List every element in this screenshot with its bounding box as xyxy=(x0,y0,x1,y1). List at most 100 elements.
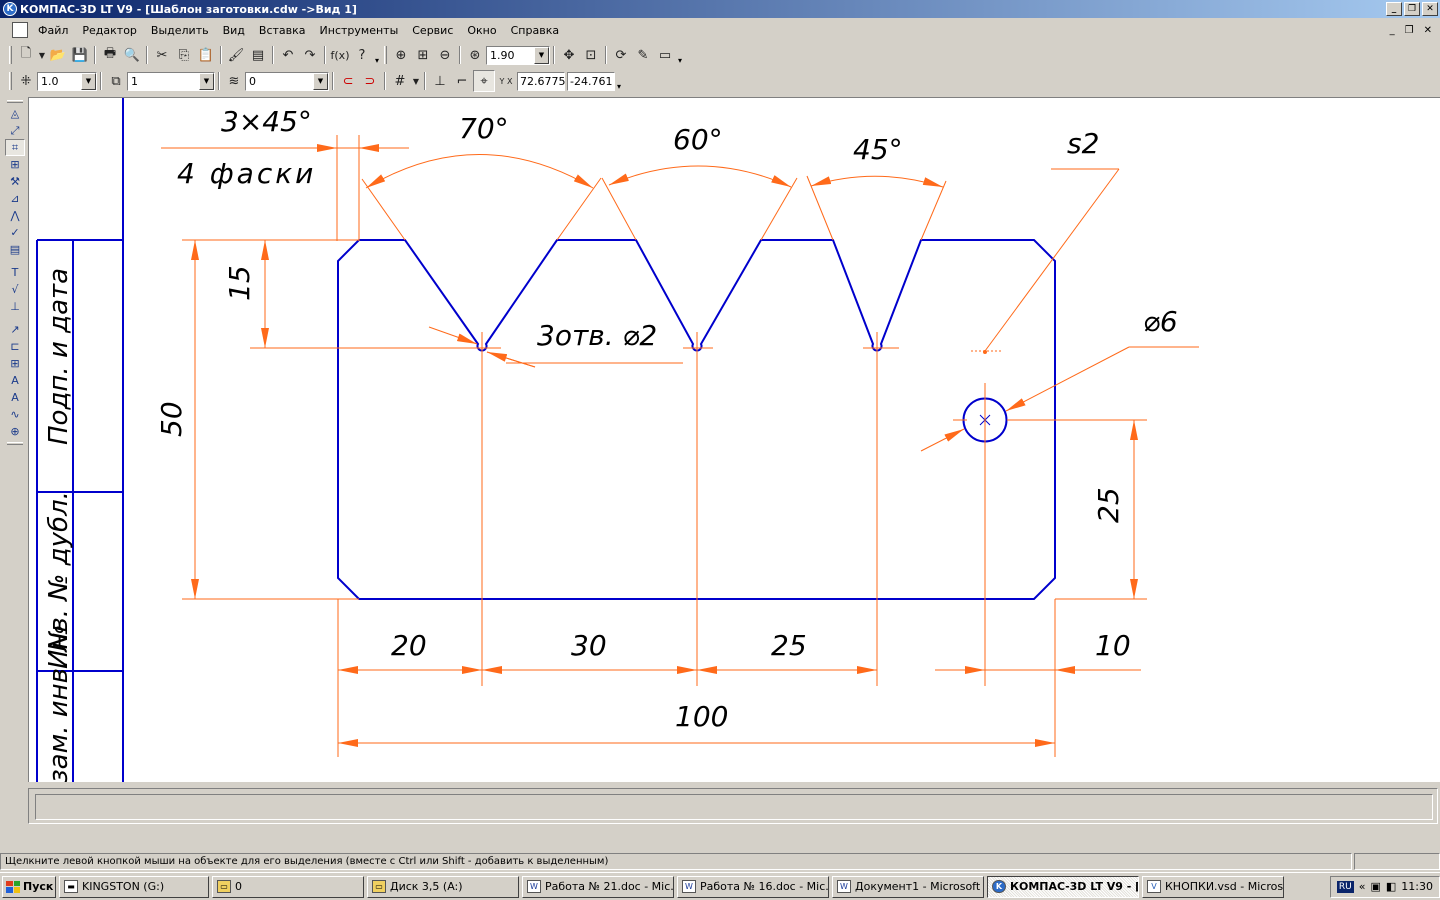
parametrize-icon[interactable]: ⚒ xyxy=(5,173,25,190)
dim-hole-height-25-text[interactable]: 25 xyxy=(1092,487,1125,523)
start-button[interactable]: Пуск xyxy=(2,875,56,898)
toolbar-overflow-icon[interactable]: ▾ xyxy=(676,45,684,65)
edit-icon[interactable]: ⤢ xyxy=(5,122,25,139)
undo-icon[interactable]: ↶ xyxy=(277,44,299,66)
symbols-icon[interactable]: ⊞ xyxy=(5,156,25,173)
wave-icon[interactable]: ∿ xyxy=(5,406,25,423)
dim-chamfer-note-text[interactable]: 4 фаски xyxy=(177,157,316,190)
dim-depth-15-text[interactable]: 15 xyxy=(223,265,256,301)
chevron-down-icon[interactable]: ▼ xyxy=(81,72,96,90)
dim-chamfer-text[interactable]: 3×45° xyxy=(221,105,312,138)
chevron-down-icon[interactable]: ▼ xyxy=(313,72,328,90)
dim-30-text[interactable]: 30 xyxy=(571,629,607,662)
network-icon[interactable]: ▣ xyxy=(1370,880,1380,893)
dimensions-icon[interactable]: ⌗ xyxy=(5,139,25,156)
print-preview-icon[interactable]: 🔍 xyxy=(121,44,143,66)
toolbar-overflow-icon[interactable]: ▾ xyxy=(373,45,381,65)
dim-height-50-text[interactable]: 50 xyxy=(155,401,188,437)
redo-icon[interactable]: ↷ xyxy=(299,44,321,66)
line-text-icon[interactable]: A xyxy=(5,372,25,389)
dim-25-text[interactable]: 25 xyxy=(771,629,807,662)
dim-100-text[interactable]: 100 xyxy=(675,700,728,733)
snap-magnet-icon[interactable]: ⊂ xyxy=(337,70,359,92)
dim-angle-45-text[interactable]: 45° xyxy=(853,133,903,166)
roughness-icon[interactable]: √ xyxy=(5,281,25,298)
menu-insert[interactable]: Вставка xyxy=(253,21,314,39)
task-word-16[interactable]: W Работа № 16.doc - Mic... xyxy=(677,875,829,898)
drawing-canvas[interactable]: Подп. и дата Инв. № дубл. Взам. инв. № 3… xyxy=(28,97,1440,782)
menu-help[interactable]: Справка xyxy=(505,21,567,39)
leader-icon[interactable]: ↗ xyxy=(5,321,25,338)
zoom-out-icon[interactable]: ⊖ xyxy=(434,44,456,66)
clock[interactable]: 11:30 xyxy=(1401,880,1433,893)
task-word-21[interactable]: W Работа № 21.doc - Mic... xyxy=(522,875,674,898)
paste-icon[interactable]: 📋 xyxy=(195,44,217,66)
minimize-button[interactable]: _ xyxy=(1386,2,1402,16)
print-icon[interactable]: 🖶 xyxy=(99,44,121,66)
layers-stack-icon[interactable]: ≋ xyxy=(223,70,245,92)
pan-icon[interactable]: ✥ xyxy=(558,44,580,66)
copy-icon[interactable]: ⎘ xyxy=(173,44,195,66)
thickness-text[interactable]: s2 xyxy=(1067,127,1099,160)
save-icon[interactable]: 💾 xyxy=(69,44,91,66)
local-cs-icon[interactable]: ⊥ xyxy=(429,70,451,92)
select-icon[interactable]: ⋀ xyxy=(5,207,25,224)
center-mark-icon[interactable]: ⊕ xyxy=(5,423,25,440)
tray-expand-icon[interactable]: « xyxy=(1359,880,1366,893)
geometry-icon[interactable]: ◬ xyxy=(5,105,25,122)
refresh-icon[interactable]: ⟳ xyxy=(610,44,632,66)
menu-service[interactable]: Сервис xyxy=(406,21,461,39)
ortho-icon[interactable]: ⌐ xyxy=(451,70,473,92)
zoom-in-icon[interactable]: ⊕ xyxy=(390,44,412,66)
dim-hole-dia-text[interactable]: ⌀6 xyxy=(1143,305,1178,338)
task-visio[interactable]: V КНОПКИ.vsd - Microsof... xyxy=(1142,875,1284,898)
cursor-coordinates-icon[interactable]: ⌖ xyxy=(473,70,495,92)
text-icon[interactable]: T xyxy=(5,264,25,281)
holes-note-text[interactable]: 3отв. ⌀2 xyxy=(537,319,657,352)
display-icon[interactable]: ▭ xyxy=(654,44,676,66)
grid-dropdown-icon[interactable]: ▼ xyxy=(411,70,421,92)
zoom-scale-icon[interactable]: ⊛ xyxy=(464,44,486,66)
menu-file[interactable]: Файл xyxy=(32,21,76,39)
dim-angle-60-text[interactable]: 60° xyxy=(673,123,723,156)
chevron-down-icon[interactable]: ▼ xyxy=(199,72,214,90)
layer-icon[interactable]: ⧉ xyxy=(105,70,127,92)
drawing-svg[interactable]: Подп. и дата Инв. № дубл. Взам. инв. № 3… xyxy=(28,97,1440,782)
task-kompas[interactable]: K КОМПАС-3D LT V9 - [... xyxy=(987,875,1139,898)
open-folder-icon[interactable]: 📂 xyxy=(47,44,69,66)
dim-angle-70-text[interactable]: 70° xyxy=(459,112,509,145)
new-file-dropdown-icon[interactable]: ▼ xyxy=(37,44,47,66)
style-combo[interactable]: 0 ▼ xyxy=(245,71,329,91)
menu-editor[interactable]: Редактор xyxy=(76,21,145,39)
task-floppy[interactable]: ▭ Диск 3,5 (A:) xyxy=(367,875,519,898)
fit-all-icon[interactable]: ⊡ xyxy=(580,44,602,66)
restore-button[interactable]: ❐ xyxy=(1404,2,1420,16)
new-file-icon[interactable]: 🗋 xyxy=(15,44,37,66)
close-button[interactable]: ✕ xyxy=(1422,2,1438,16)
pencil-icon[interactable]: ✎ xyxy=(632,44,654,66)
menu-select[interactable]: Выделить xyxy=(145,21,217,39)
zoom-combo[interactable]: 1.90 ▼ xyxy=(486,45,550,65)
coord-y-field[interactable]: -24.761 xyxy=(567,71,615,91)
chevron-down-icon[interactable]: ▼ xyxy=(534,46,549,64)
toolbar-overflow-icon[interactable]: ▾ xyxy=(615,71,623,91)
line-scale-combo[interactable]: 1.0 ▼ xyxy=(37,71,97,91)
snap-local-icon[interactable]: ⊃ xyxy=(359,70,381,92)
cut-icon[interactable]: ✂ xyxy=(151,44,173,66)
volume-icon[interactable]: ◧ xyxy=(1386,880,1396,893)
function-icon[interactable]: f(x) xyxy=(329,44,351,66)
measure-icon[interactable]: ⊿ xyxy=(5,190,25,207)
document-icon[interactable] xyxy=(12,22,28,38)
format-brush-icon[interactable]: 🖌 xyxy=(225,44,247,66)
table-icon[interactable]: ⊞ xyxy=(5,355,25,372)
task-folder-0[interactable]: ▭ 0 xyxy=(212,875,364,898)
report-icon[interactable]: ▤ xyxy=(5,241,25,258)
tolerance-icon[interactable]: ⊏ xyxy=(5,338,25,355)
task-kingston[interactable]: ▬ KINGSTON (G:) xyxy=(59,875,209,898)
arrow-view-icon[interactable]: A xyxy=(5,389,25,406)
doc-minimize-button[interactable]: _ xyxy=(1390,25,1395,36)
properties-icon[interactable]: ▤ xyxy=(247,44,269,66)
base-icon[interactable]: ⊥ xyxy=(5,298,25,315)
dim-20-text[interactable]: 20 xyxy=(391,629,427,662)
layer-combo[interactable]: 1 ▼ xyxy=(127,71,215,91)
